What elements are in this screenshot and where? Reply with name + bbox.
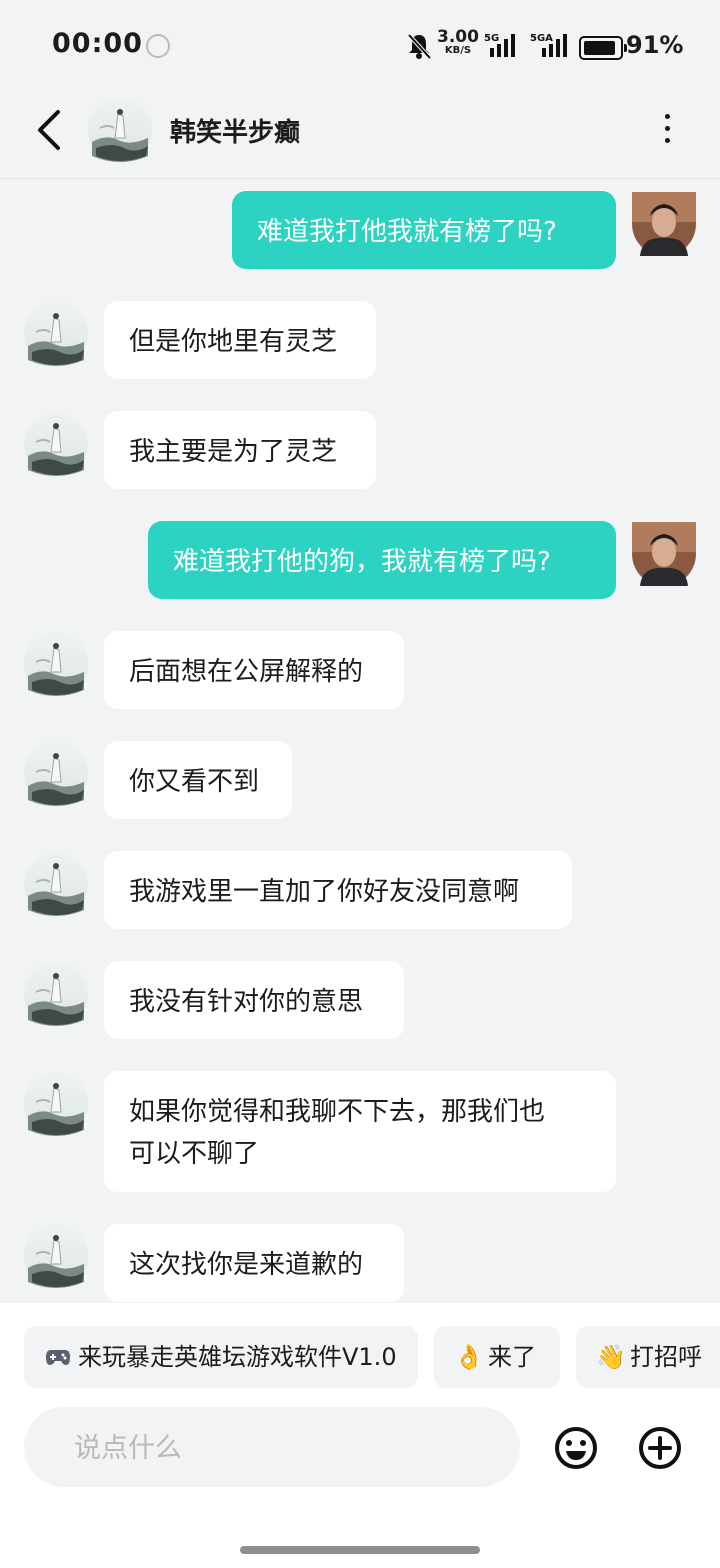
- message-input[interactable]: [72, 1407, 496, 1489]
- quick-reply-label: 打招呼: [630, 1343, 702, 1371]
- status-bar: 00:00 3.00 KB/S 5G 5GA 91%: [0, 0, 720, 92]
- message-bubble-outgoing[interactable]: 难道我打他我就有榜了吗?: [232, 191, 616, 269]
- contact-avatar[interactable]: [24, 1224, 88, 1288]
- message-bubble-incoming[interactable]: 后面想在公屏解释的: [104, 631, 404, 709]
- contact-avatar[interactable]: [24, 852, 88, 916]
- message-bubble-incoming[interactable]: 我主要是为了灵芝: [104, 411, 376, 489]
- svg-text:5G: 5G: [484, 33, 499, 44]
- contact-avatar[interactable]: [24, 1072, 88, 1136]
- message-input-container[interactable]: [24, 1407, 520, 1489]
- message-bubble-incoming[interactable]: 我没有针对你的意思: [104, 961, 404, 1039]
- contact-avatar[interactable]: [88, 98, 152, 162]
- message-bubble-incoming[interactable]: 但是你地里有灵芝: [104, 301, 376, 379]
- message-bubble-incoming[interactable]: 你又看不到: [104, 741, 292, 819]
- contact-avatar[interactable]: [24, 742, 88, 806]
- contact-avatar[interactable]: [24, 302, 88, 366]
- signal-icon: 5GA: [530, 33, 567, 57]
- svg-text:5GA: 5GA: [530, 33, 553, 44]
- message-bubble-outgoing[interactable]: 难道我打他的狗，我就有榜了吗?: [148, 521, 616, 599]
- quick-reply-coming[interactable]: 👌 来了: [434, 1326, 560, 1388]
- quick-reply-greet[interactable]: 👋 打招呼: [576, 1326, 720, 1388]
- contact-avatar[interactable]: [24, 412, 88, 476]
- ok-hand-icon: 👌: [454, 1343, 484, 1371]
- network-speed: 3.00 KB/S: [437, 27, 479, 57]
- quick-reply-label: 来了: [488, 1343, 536, 1371]
- more-vertical-icon[interactable]: [650, 108, 684, 150]
- my-avatar[interactable]: [632, 192, 696, 256]
- quick-reply-game[interactable]: 来玩暴走英雄坛游戏软件V1.0: [24, 1326, 418, 1388]
- contact-avatar[interactable]: [24, 632, 88, 696]
- back-arrow-icon[interactable]: [30, 106, 70, 154]
- chat-header: 韩笑半步癫: [0, 92, 720, 179]
- waving-hand-icon: 👋: [596, 1343, 626, 1371]
- game-controller-icon: [44, 1326, 72, 1388]
- emoji-icon[interactable]: [552, 1424, 600, 1472]
- status-time: 00:00: [52, 28, 143, 59]
- message-bubble-incoming[interactable]: 如果你觉得和我聊不下去，那我们也 可以不聊了: [104, 1071, 616, 1192]
- my-avatar[interactable]: [632, 522, 696, 586]
- quick-reply-label: 来玩暴走英雄坛游戏软件V1.0: [78, 1343, 397, 1371]
- home-indicator[interactable]: [240, 1546, 480, 1554]
- add-icon[interactable]: [636, 1424, 684, 1472]
- message-bubble-incoming[interactable]: 我游戏里一直加了你好友没同意啊: [104, 851, 572, 929]
- signal-icon: 5G: [484, 33, 515, 57]
- battery-percent: 91%: [626, 31, 684, 59]
- contact-name[interactable]: 韩笑半步癫: [170, 112, 300, 149]
- alarm-clock-icon: [146, 34, 170, 58]
- contact-avatar[interactable]: [24, 962, 88, 1026]
- bell-muted-icon: [407, 33, 432, 60]
- battery-icon: [579, 36, 627, 60]
- message-bubble-incoming[interactable]: 这次找你是来道歉的: [104, 1224, 404, 1302]
